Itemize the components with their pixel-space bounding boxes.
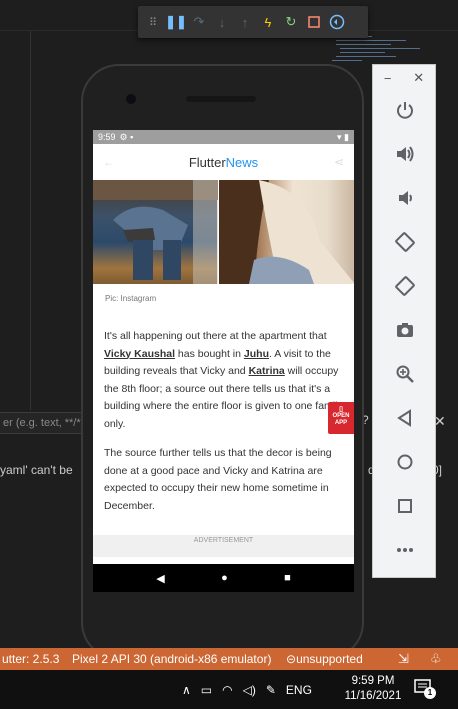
nav-recents-icon[interactable]: ■ <box>284 572 291 584</box>
step-over-icon[interactable]: ↷ <box>190 13 208 31</box>
rotate-right-icon[interactable] <box>390 271 420 301</box>
problems-filter-input[interactable]: er (e.g. text, **/* <box>0 412 90 434</box>
chevron-up-icon[interactable]: ∧ <box>182 683 191 697</box>
back-triangle-icon[interactable] <box>390 403 420 433</box>
article-paragraph: The source further tells us that the dec… <box>104 447 332 512</box>
back-arrow-icon[interactable]: ← <box>103 155 115 169</box>
photo-right <box>219 180 354 284</box>
home-circle-icon[interactable] <box>390 447 420 477</box>
phone-icon: ▯ <box>339 406 343 413</box>
system-tray: ∧ ▭ ◠ ◁) ✎ ENG <box>182 670 312 709</box>
volume-down-icon[interactable] <box>390 183 420 213</box>
rotate-left-icon[interactable] <box>390 227 420 257</box>
restart-icon[interactable]: ↻ <box>282 13 300 31</box>
photo-caption: Pic: Instagram <box>105 294 157 303</box>
speaker-icon[interactable]: ◁) <box>243 683 256 697</box>
action-center-icon[interactable]: 1 <box>414 679 436 699</box>
photo-left <box>93 180 218 284</box>
drag-handle-icon[interactable]: ⠿ <box>144 13 162 31</box>
camera-icon[interactable] <box>390 315 420 345</box>
more-options-icon[interactable] <box>390 535 420 565</box>
article-body: It's all happening out there at the apar… <box>93 320 354 515</box>
ide-gutter-line <box>30 30 31 410</box>
wifi-icon[interactable]: ◠ <box>222 683 232 697</box>
app-bar: ← FlutterNews ⋖ <box>93 144 354 180</box>
flutter-version[interactable]: utter: 2.5.3 <box>2 652 59 666</box>
emulator-controls-panel: − ✕ <box>372 64 436 578</box>
pen-icon[interactable]: ✎ <box>266 683 276 697</box>
tag-link-vicky-kaushal[interactable]: Vicky Kaushal <box>104 348 175 360</box>
step-out-icon[interactable]: ↑ <box>236 13 254 31</box>
advertisement-banner[interactable]: ADVERTISEMENT <box>93 535 354 557</box>
emulator-panel-header: − ✕ <box>373 65 435 91</box>
minimize-icon[interactable]: − <box>384 71 392 86</box>
nav-home-icon[interactable]: ● <box>221 572 228 584</box>
open-app-button[interactable]: ▯ OPEN APP <box>328 402 354 434</box>
zoom-icon[interactable] <box>390 359 420 389</box>
devtools-icon[interactable] <box>328 13 346 31</box>
app-title: FlutterNews <box>188 154 259 170</box>
language-indicator[interactable]: ENG <box>286 683 312 697</box>
problem-message[interactable]: yaml' can't be <box>0 463 90 477</box>
tag-link-katrina[interactable]: Katrina <box>249 365 285 377</box>
notification-badge: 1 <box>424 687 436 699</box>
nav-back-icon[interactable]: ◀ <box>156 572 164 585</box>
debug-toolbar: ⠿ ❚❚ ↷ ↓ ↑ ϟ ↻ <box>138 6 368 38</box>
support-status[interactable]: ⊝ unsupported <box>286 652 363 666</box>
article-paragraph: It's all happening out there at the apar… <box>104 330 343 430</box>
battery-icon[interactable]: ▭ <box>201 683 212 697</box>
android-status-bar: 9:59 ⚙ ▪ ▾ ▮ <box>93 130 354 144</box>
device-selector[interactable]: Pixel 2 API 30 (android-x86 emulator) <box>72 652 271 666</box>
feedback-icon[interactable]: ⇲ <box>398 651 409 667</box>
close-icon[interactable]: ✕ <box>413 70 424 86</box>
notifications-bell-icon[interactable]: ♧ <box>430 651 442 667</box>
tag-link-juhu[interactable]: Juhu <box>244 348 269 360</box>
wifi-battery-icon: ▾ ▮ <box>337 131 349 142</box>
share-icon[interactable]: ⋖ <box>334 155 344 169</box>
android-nav-bar: ◀ ● ■ <box>93 564 354 592</box>
front-camera <box>126 94 136 104</box>
article-photo <box>93 180 354 284</box>
ide-status-bar: utter: 2.5.3 Pixel 2 API 30 (android-x86… <box>0 648 458 670</box>
windows-taskbar: ∧ ▭ ◠ ◁) ✎ ENG 9:59 PM 11/16/2021 1 <box>0 670 458 709</box>
phone-screen: 9:59 ⚙ ▪ ▾ ▮ ← FlutterNews ⋖ Pic: Instag… <box>93 130 354 592</box>
overview-square-icon[interactable] <box>390 491 420 521</box>
hot-reload-icon[interactable]: ϟ <box>259 13 277 31</box>
step-into-icon[interactable]: ↓ <box>213 13 231 31</box>
status-icons: ⚙ ▪ <box>119 131 134 142</box>
power-icon[interactable] <box>390 95 420 125</box>
status-time: 9:59 <box>98 132 116 142</box>
stop-icon[interactable] <box>305 13 323 31</box>
clock[interactable]: 9:59 PM 11/16/2021 <box>344 674 402 704</box>
earpiece-speaker <box>186 96 256 102</box>
volume-up-icon[interactable] <box>390 139 420 169</box>
pause-icon[interactable]: ❚❚ <box>165 13 187 31</box>
